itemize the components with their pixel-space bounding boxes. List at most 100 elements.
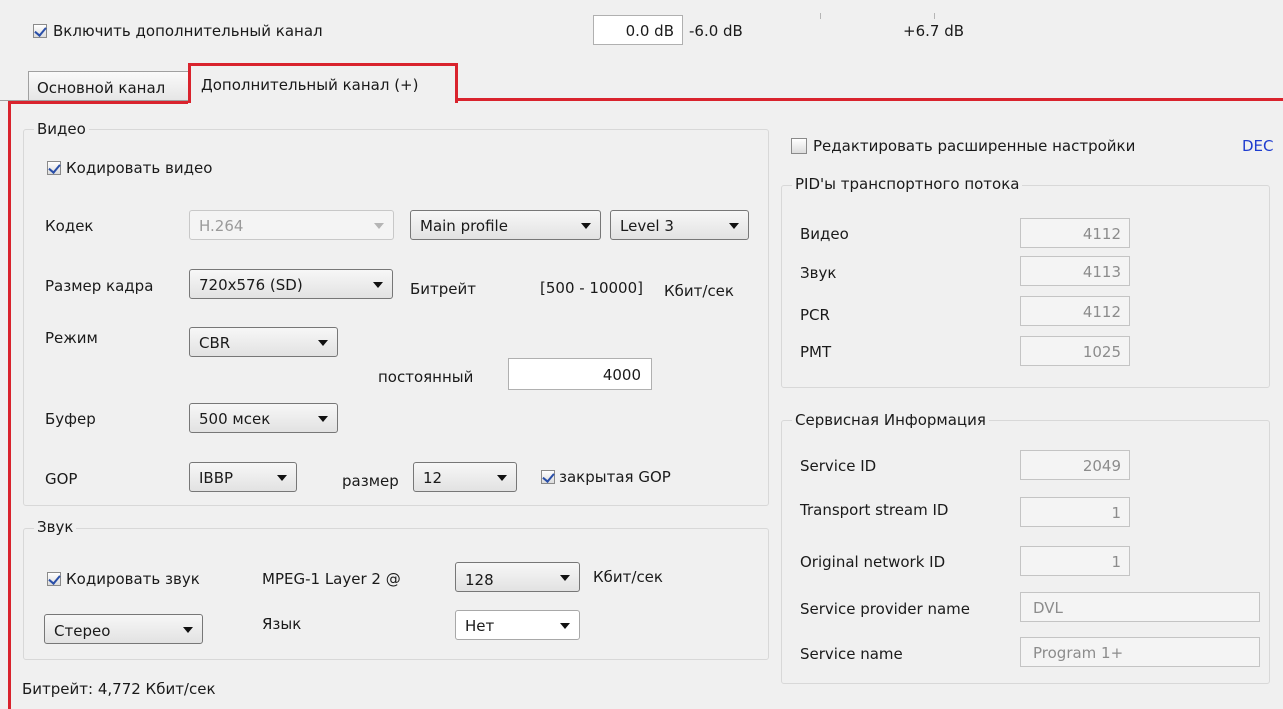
chevron-down-icon <box>729 223 739 229</box>
pid-pcr-label: PCR <box>800 306 830 324</box>
ts-id-label: Transport stream ID <box>800 501 949 519</box>
chevron-down-icon <box>318 416 328 422</box>
gop-size-select[interactable]: 12 <box>413 462 517 492</box>
pid-audio-field[interactable]: 4113 <box>1020 256 1130 286</box>
audio-bitrate-select[interactable]: 128 <box>455 562 580 592</box>
service-info-group-title: Сервисная Информация <box>792 410 989 430</box>
pid-pmt-field[interactable]: 1025 <box>1020 336 1130 366</box>
pid-video-value: 4112 <box>1082 225 1121 243</box>
provider-value: DVL <box>1033 599 1063 617</box>
pid-pcr-value: 4112 <box>1082 303 1121 321</box>
buffer-label: Буфер <box>45 410 96 428</box>
mode-select[interactable]: CBR <box>189 327 338 357</box>
level-value-text: 0.0 dB <box>625 22 674 40</box>
chevron-down-icon <box>560 575 570 581</box>
bitrate-label: Битрейт <box>410 280 477 298</box>
service-id-value: 2049 <box>1082 457 1121 475</box>
audio-channels-select-value: Стерео <box>54 622 111 640</box>
video-group <box>23 129 769 506</box>
pid-video-label: Видео <box>800 225 849 243</box>
closed-gop-checkbox[interactable] <box>541 470 555 484</box>
pid-pcr-field[interactable]: 4112 <box>1020 296 1130 326</box>
total-bitrate-label: Битрейт: 4,772 Кбит/сек <box>22 680 216 698</box>
encode-video-label: Кодировать видео <box>66 159 213 177</box>
chevron-down-icon <box>560 623 570 629</box>
constant-label: постоянный <box>378 368 474 386</box>
tab-main-channel-label: Основной канал <box>37 79 166 97</box>
frame-size-select[interactable]: 720x576 (SD) <box>189 269 393 299</box>
audio-bitrate-select-value: 128 <box>465 571 494 589</box>
profile-select[interactable]: Main profile <box>410 210 601 240</box>
audio-bitrate-unit-label: Кбит/сек <box>593 568 663 586</box>
level-min-label: -6.0 dB <box>689 22 743 40</box>
gop-label: GOP <box>45 470 78 488</box>
buffer-select[interactable]: 500 мсек <box>189 403 338 433</box>
codec-select[interactable]: H.264 <box>189 210 394 240</box>
video-group-title: Видео <box>34 119 89 139</box>
gop-select-value: IBBP <box>199 469 234 487</box>
ts-id-field[interactable]: 1 <box>1020 497 1130 527</box>
pid-audio-label: Звук <box>800 264 837 282</box>
service-id-field[interactable]: 2049 <box>1020 450 1130 480</box>
gop-select[interactable]: IBBP <box>189 462 297 492</box>
language-select-value: Нет <box>465 617 495 635</box>
tab-extra-channel[interactable]: Дополнительный канал (+) <box>188 63 458 103</box>
pid-pmt-value: 1025 <box>1082 343 1121 361</box>
tab-main-channel[interactable]: Основной канал <box>28 71 190 101</box>
chevron-down-icon <box>373 282 383 288</box>
ts-id-value: 1 <box>1111 504 1121 522</box>
onid-field[interactable]: 1 <box>1020 546 1130 576</box>
dec-hex-link[interactable]: DEC <box>1242 136 1274 156</box>
onid-value: 1 <box>1111 553 1121 571</box>
codec-label: Кодек <box>45 217 94 235</box>
level-tick-2 <box>934 13 935 19</box>
audio-format-label: MPEG-1 Layer 2 @ <box>262 570 401 588</box>
audio-group-title: Звук <box>34 517 77 537</box>
chevron-down-icon <box>374 223 384 229</box>
service-name-label: Service name <box>800 645 903 663</box>
chevron-down-icon <box>183 627 193 633</box>
level-value-field[interactable]: 0.0 dB <box>593 15 683 45</box>
bitrate-range-label: [500 - 10000] <box>540 279 644 297</box>
language-label: Язык <box>262 615 302 633</box>
highlight-line-left-top <box>8 101 188 104</box>
gop-size-label: размер <box>342 472 399 490</box>
chevron-down-icon <box>277 475 287 481</box>
encode-audio-checkbox[interactable] <box>47 572 61 586</box>
pid-group-title: PID'ы транспортного потока <box>792 174 1023 194</box>
highlight-line-left <box>8 101 11 709</box>
service-name-field[interactable]: Program 1+ <box>1020 637 1260 667</box>
language-select[interactable]: Нет <box>455 610 580 640</box>
constant-bitrate-value: 4000 <box>602 366 641 384</box>
level-select[interactable]: Level 3 <box>610 210 749 240</box>
chevron-down-icon <box>497 475 507 481</box>
chevron-down-icon <box>581 223 591 229</box>
edit-advanced-label: Редактировать расширенные настройки <box>813 137 1136 155</box>
level-max-label: +6.7 dB <box>903 22 965 40</box>
audio-channels-select[interactable]: Стерео <box>44 614 203 644</box>
provider-label: Service provider name <box>800 600 971 618</box>
constant-bitrate-input[interactable]: 4000 <box>508 358 652 390</box>
bitrate-unit-label: Кбит/сек <box>664 282 734 300</box>
onid-label: Original network ID <box>800 553 946 571</box>
edit-advanced-checkbox[interactable] <box>791 138 807 154</box>
enable-extra-channel-label: Включить дополнительный канал <box>53 22 323 40</box>
tab-extra-channel-label: Дополнительный канал (+) <box>201 76 419 94</box>
enable-extra-channel-checkbox[interactable] <box>33 24 47 38</box>
encode-audio-label: Кодировать звук <box>66 570 200 588</box>
pid-pmt-label: PMT <box>800 343 832 361</box>
level-select-value: Level 3 <box>620 217 674 235</box>
service-id-label: Service ID <box>800 457 877 475</box>
mode-label: Режим <box>45 329 98 347</box>
highlight-line-top <box>458 98 1283 101</box>
encode-video-checkbox[interactable] <box>47 161 61 175</box>
codec-select-value: H.264 <box>199 217 244 235</box>
gop-size-select-value: 12 <box>423 469 443 487</box>
frame-size-select-value: 720x576 (SD) <box>199 276 303 294</box>
pid-video-field[interactable]: 4112 <box>1020 218 1130 248</box>
provider-field[interactable]: DVL <box>1020 592 1260 622</box>
buffer-select-value: 500 мсек <box>199 410 271 428</box>
level-tick-1 <box>820 13 821 19</box>
pid-audio-value: 4113 <box>1082 263 1121 281</box>
closed-gop-label: закрытая GOP <box>559 468 671 486</box>
